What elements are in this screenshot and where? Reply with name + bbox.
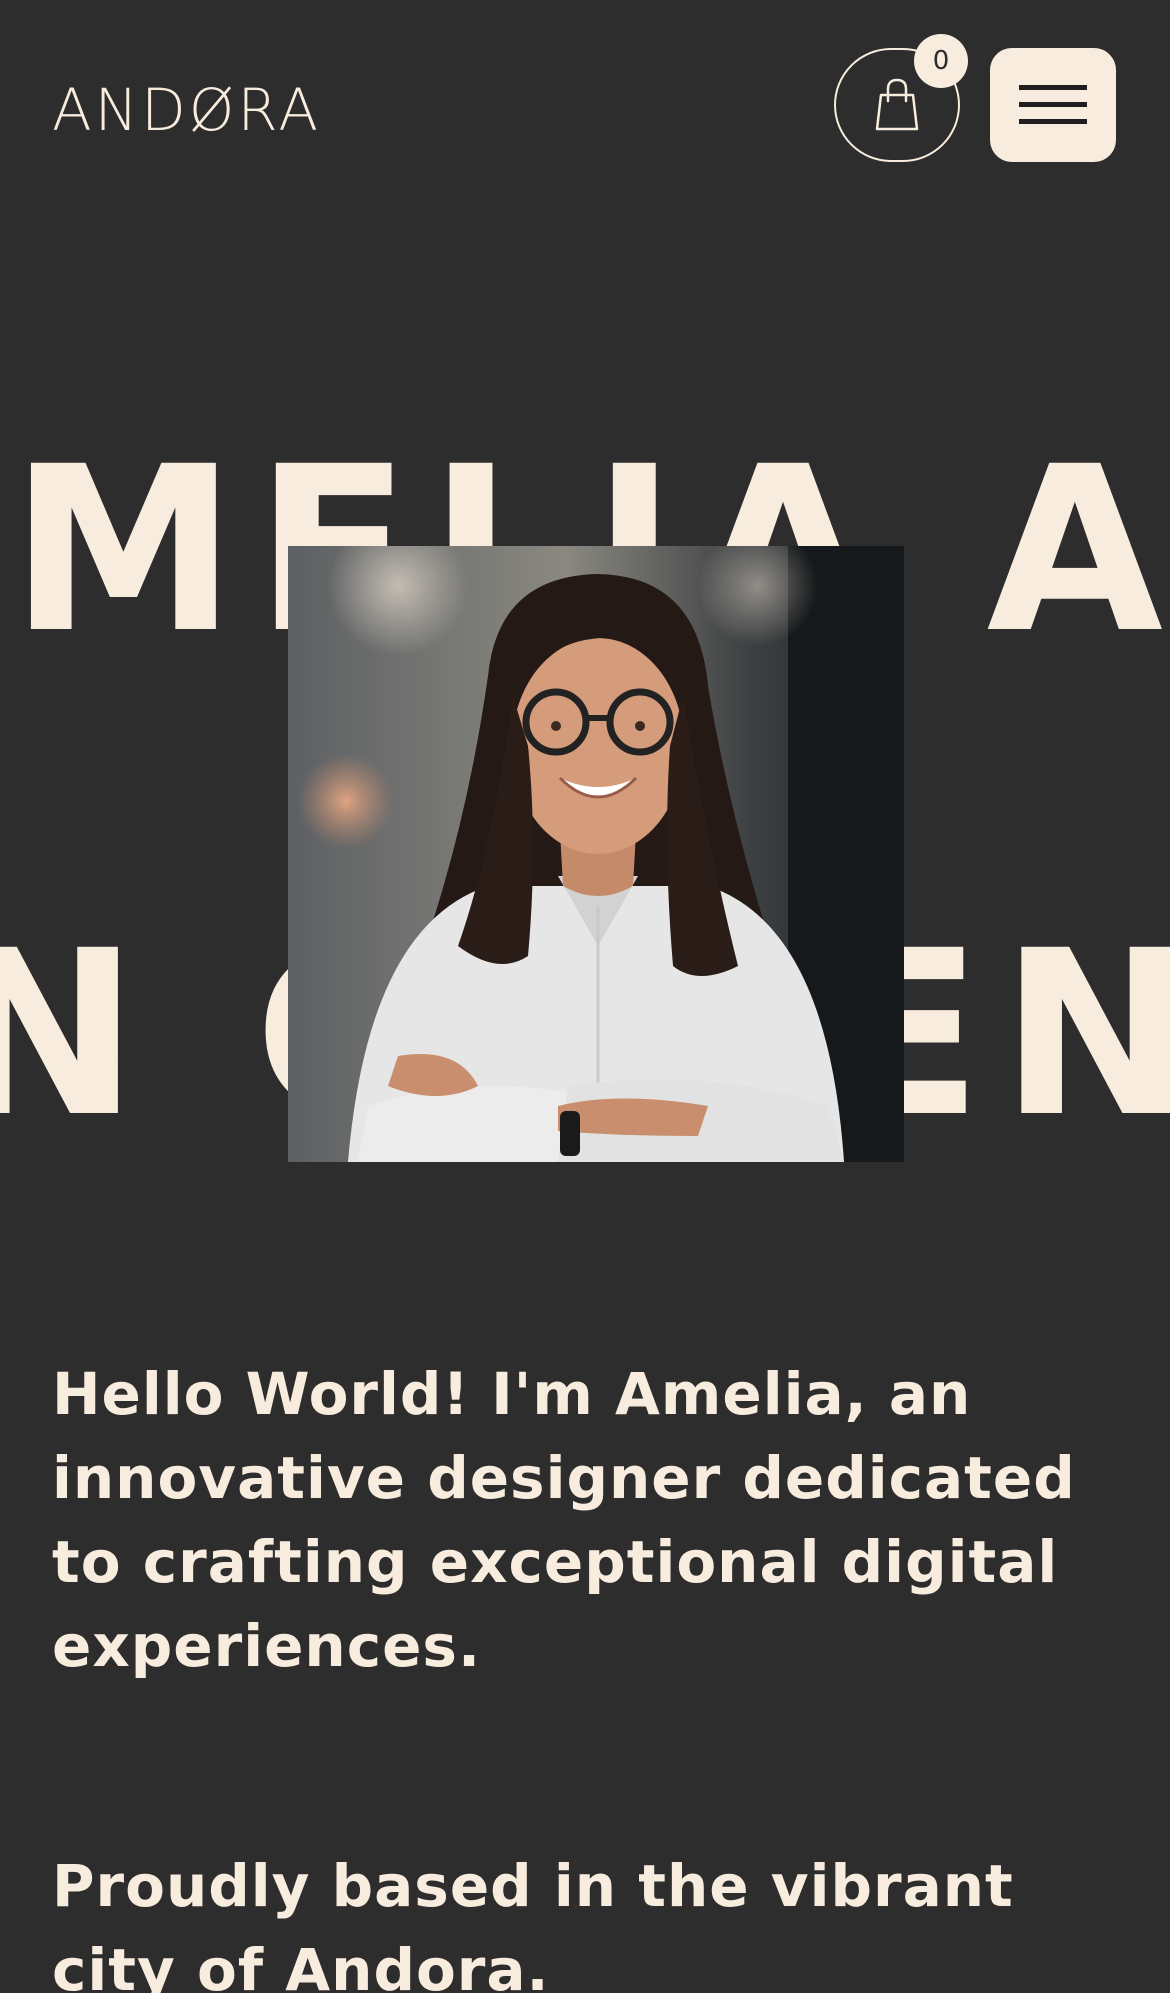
menu-button[interactable] (990, 48, 1116, 162)
site-header: ANDØRA 0 (0, 0, 1170, 200)
site-logo[interactable]: ANDØRA (52, 78, 321, 142)
cart-count-badge: 0 (914, 34, 968, 88)
intro-paragraph: Hello World! I'm Amelia, an innovative d… (52, 1360, 1076, 1680)
hero-portrait-photo (288, 546, 904, 1162)
shopping-bag-icon (875, 78, 919, 131)
location-paragraph: Proudly based in the vibrant city of And… (52, 1852, 1014, 1993)
hamburger-menu-icon (1019, 85, 1087, 124)
